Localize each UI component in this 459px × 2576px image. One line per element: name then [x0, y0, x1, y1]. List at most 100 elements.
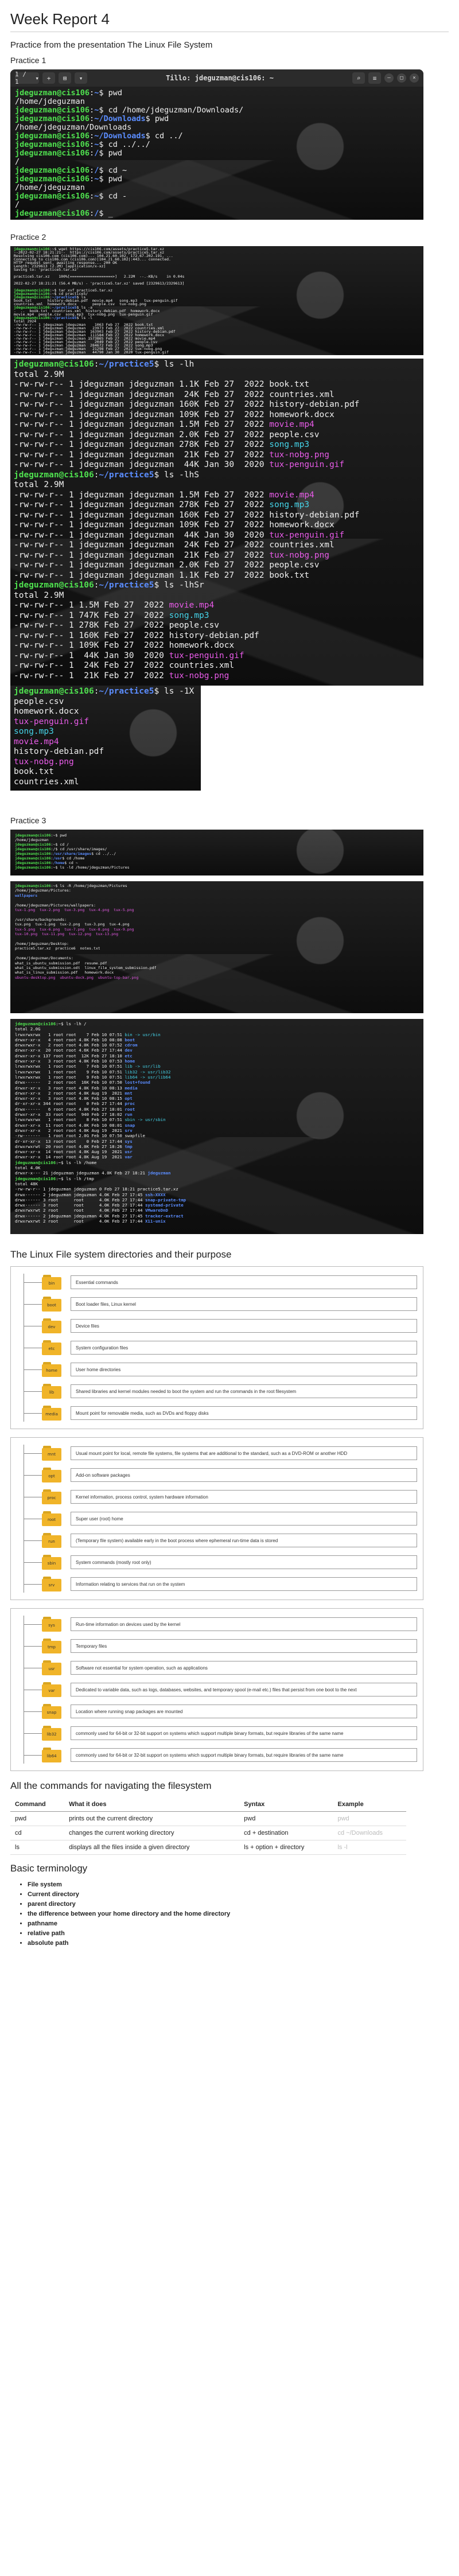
hamburger-icon[interactable]: ≡ — [368, 72, 381, 84]
terminal-line: dr-xr-xr-x 13 root root 0 Feb 27 17:44 s… — [15, 1139, 419, 1144]
terminal-line: people.csv — [14, 697, 197, 707]
search-icon[interactable]: ⌕ — [352, 72, 365, 84]
directory-row: dev Device files — [17, 1315, 417, 1337]
terminal-line: countries.xml — [14, 777, 197, 788]
terminal-text: bin -> usr/bin — [125, 1032, 161, 1037]
terminal-line: jdeguzman@cis106:~/practice5$ ls -lh — [14, 360, 420, 370]
terminal-text: drwxr-xr-x 137 root root 12K Feb 27 18:1… — [15, 1053, 125, 1059]
terminal-text: :~$ ls -lh /tmp — [56, 1176, 94, 1181]
directory-name: media — [42, 1408, 61, 1421]
directory-name: srv — [42, 1579, 61, 1591]
terminal-line: /home/jdeguzman/Desktop: — [15, 941, 419, 946]
tab-selector[interactable]: 1 / 1 ▾ — [15, 71, 39, 85]
folder-icon: media — [42, 1406, 61, 1421]
split-icon[interactable]: ⊞ — [59, 72, 71, 84]
folder-icon: dev — [42, 1318, 61, 1333]
terminal-line: drwxr-xr-x 14 root root 4.0K Aug 19 2021… — [15, 1149, 419, 1154]
maximize-icon[interactable]: □ — [397, 73, 406, 83]
terminal-text: : — [90, 149, 95, 158]
terminal-text: -rw-rw-r-- 1 jdeguzman jdeguzman 44K Jan… — [14, 530, 270, 540]
folder-icon: bin — [42, 1275, 61, 1290]
minimize-icon[interactable]: – — [384, 73, 394, 83]
terminal-line: jdeguzman@cis106:~$ pwd — [15, 833, 419, 838]
terminal-text: tux-penguin.gif — [269, 530, 345, 540]
directory-description: (Temporary file system) available early … — [71, 1534, 417, 1547]
terminal-text: drwxr-xr-x 20 root root 4.6K Feb 27 17:4… — [15, 1048, 125, 1053]
terminal-line: /home/jdeguzman — [15, 184, 419, 192]
filesystem-diagram: bin Essential commands boot Boot loader fil… — [10, 1266, 449, 1771]
terminal-line: -rw-rw-r-- 1 jdeguzman jdeguzman 1.1K Fe… — [14, 380, 420, 390]
terminal-line: -rw-rw-r-- 1 jdeguzman jdeguzman 1.5M Fe… — [14, 491, 420, 501]
directory-name: home — [42, 1364, 61, 1377]
new-tab-icon[interactable]: + — [42, 72, 55, 84]
tree-connector — [24, 1755, 43, 1756]
terminal-text: dr-xr-xr-x 13 root root 0 Feb 27 17:44 — [15, 1138, 125, 1144]
terminal-text: total 2.9M — [14, 369, 64, 379]
directory-name: mnt — [42, 1448, 61, 1461]
terminal-text: -rw-rw-r-- 1 160K Feb 27 2022 history-de… — [14, 631, 259, 640]
terminal-line: -rw-rw-r-- 1 jdeguzman jdeguzman 1.1K Fe… — [14, 571, 420, 581]
terminal-text: song.mp3 — [169, 610, 209, 620]
terminal-text: song.mp3 — [269, 500, 310, 509]
close-icon[interactable]: × — [410, 73, 419, 83]
terminal-text: total 4.0K — [15, 1165, 41, 1171]
folder-icon: usr — [42, 1660, 61, 1675]
terminal-line: drwx------ 3 root root 4.0K Feb 27 17:44… — [15, 1197, 419, 1203]
terminal-text: X11-unix — [145, 1218, 166, 1224]
terminal-text: ubuntu-desktop.png ubuntu-dock.png ubunt… — [15, 975, 139, 980]
directory-name: bin — [42, 1277, 61, 1290]
terminal-text: tux-penguin.gif — [269, 460, 345, 469]
directory-row: mnt Usual mount point for local, remote f… — [17, 1442, 417, 1464]
table-cell: changes the current working directory — [64, 1826, 240, 1840]
terminal-text: srv — [125, 1127, 133, 1133]
terminal-text: jdeguzman — [147, 1170, 171, 1176]
terminal-text: drwxr-xr-x 11 root root 4.0K Feb 10 08:0… — [15, 1122, 125, 1128]
terminal-text: movie.mp4 — [269, 420, 314, 429]
menu-icon[interactable]: ▾ — [75, 72, 87, 84]
terminal-text: /home/jdeguzman/Documents: — [15, 956, 73, 961]
terminal-text: $ _ — [99, 209, 113, 218]
terminal-text: boot — [125, 1037, 135, 1042]
directory-row: usr Software not essential for system ope… — [17, 1657, 417, 1679]
terminal-text: -rw-rw-r-- 1 44K Jan 30 2020 — [14, 651, 169, 660]
page-subtitle: Practice from the presentation The Linux… — [10, 40, 213, 50]
terminal-line: jdeguzman@cis106:~/practice5$ ls -lhSr — [14, 581, 420, 591]
terminal-line: jdeguzman@cis106:~$ ls -lh /home — [15, 1160, 419, 1165]
terminal-text: lib64 -> usr/lib64 — [125, 1074, 171, 1080]
terminal-text: drwxrwxrwt 2 root root 4.0K Feb 27 17:44 — [15, 1208, 145, 1213]
terminal-line: / — [15, 201, 419, 209]
terminal-line: -rw-rw-r-- 1 160K Feb 27 2022 history-de… — [14, 631, 420, 641]
folder-icon: lib32 — [42, 1726, 61, 1741]
folder-icon: lib — [42, 1384, 61, 1399]
terminal-text: -rw------- 1 root root 2.0G Feb 10 07:50… — [15, 1133, 145, 1139]
terminal-line: /home/jdeguzman — [15, 98, 419, 106]
terminal-text: what_is_ubuntu_submission.pdf resume.pdf — [15, 960, 107, 966]
terminal-line: -rw-rw-r-- 1 jdeguzman jdeguzman 278K Fe… — [14, 440, 420, 450]
directory-row: lib Shared libraries and kernel modules n… — [17, 1380, 417, 1402]
terminal-text: -rw-rw-r-- 1 jdeguzman jdeguzman 109K Fe… — [14, 410, 334, 419]
terminal-text: movie.mp4 — [169, 601, 215, 610]
folder-icon: boot — [42, 1297, 61, 1312]
terminal-text: lrwxrwxrwx 1 root root 8 Feb 10 07:51 — [15, 1117, 125, 1123]
terminal-text: -rw-rw-r-- 1 278K Feb 27 2022 people.csv — [14, 621, 219, 630]
terminal-text: etc — [125, 1053, 133, 1059]
terminal-line: tux-10.png tux-11.png tux-12.png tux-13.… — [15, 932, 419, 936]
terminal-text: homework.docx — [14, 707, 79, 716]
terminal-text: drwx------ 3 root root 4.0K Feb 27 17:44 — [15, 1203, 145, 1208]
directory-description: Usual mount point for local, remote file… — [71, 1446, 417, 1460]
terminal-text: /home/jdeguzman/Pictures/wallpapers: — [15, 902, 96, 908]
terminal-line: total 2.0G — [15, 1026, 419, 1032]
practice2-terminal-large: jdeguzman@cis106:~/practice5$ ls -lh tota… — [10, 359, 423, 686]
terminal-text: 2022-02-27 18:21:21 (56.4 MB/s) - 'pract… — [14, 281, 185, 286]
terminal-line: jdeguzman@cis106:~$ pwd — [15, 89, 419, 98]
terminal-text: drwxrwxr-x 2 root root 4.0K Feb 10 07:52 — [15, 1042, 125, 1048]
terminal-line: jdeguzman@cis106:~$ cd / — [15, 842, 419, 847]
terminal-text: :~$ cd / — [50, 842, 69, 847]
terminal-text: total 48K — [15, 1181, 38, 1186]
terminal-text: what_is_linux_submission.pdf homework.do… — [15, 970, 114, 975]
terminal-text: countries.xml — [14, 777, 79, 787]
terminal-text: $ pwd — [99, 149, 122, 158]
terminal-text: drwxrwxrwt 2 root root 4.0K Feb 27 17:44 — [15, 1218, 145, 1224]
folder-icon: run — [42, 1533, 61, 1548]
directory-description: Kernel information, process control, sys… — [71, 1490, 417, 1504]
